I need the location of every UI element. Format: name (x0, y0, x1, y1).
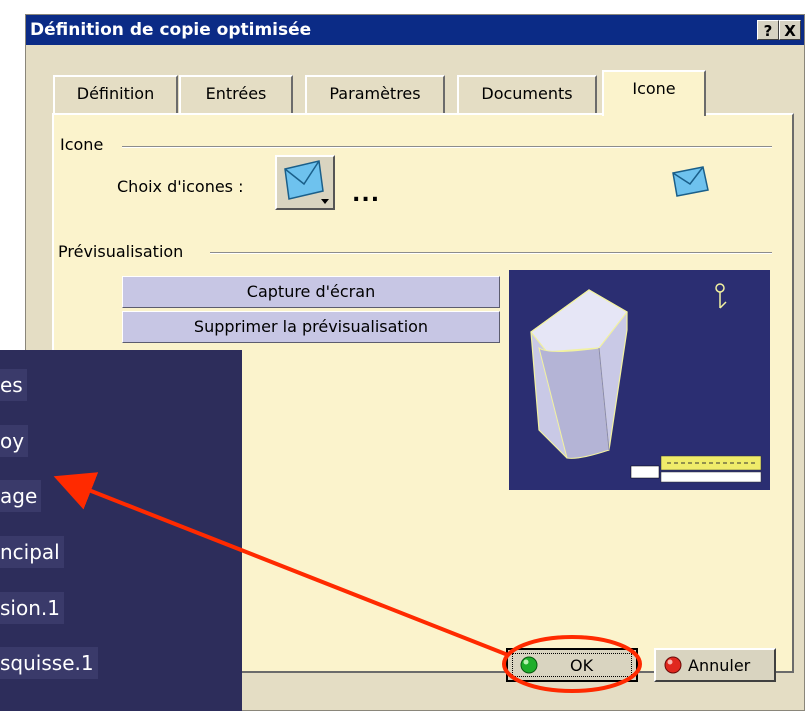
ok-label: OK (570, 656, 594, 675)
ok-button[interactable]: OK (506, 648, 638, 682)
icone-group-divider (122, 146, 772, 148)
tree-item[interactable]: sion.1 (0, 592, 64, 624)
icon-choice-label: Choix d'icones : (117, 177, 244, 196)
tab-entrees[interactable]: Entrées (179, 75, 293, 113)
close-button[interactable]: X (779, 20, 801, 40)
spec-tree-panel: es oy age ncipal sion.1 squisse.1 (0, 350, 242, 711)
delete-preview-button[interactable]: Supprimer la prévisualisation (122, 311, 500, 343)
preview-image (509, 270, 770, 490)
green-light-icon (520, 656, 538, 674)
part-preview-render (530, 283, 762, 483)
tree-item[interactable]: age (0, 480, 42, 512)
tab-icone[interactable]: Icone (602, 70, 706, 116)
title-bar: Définition de copie optimisée (26, 15, 804, 45)
red-light-icon (664, 656, 682, 674)
more-icons-button[interactable]: ... (352, 182, 380, 207)
help-button[interactable]: ? (757, 20, 779, 40)
icone-group-title: Icone (60, 135, 110, 154)
envelope-icon (672, 166, 709, 197)
preview-group-divider (210, 252, 772, 254)
icon-choice-button[interactable] (275, 155, 335, 210)
tree-item[interactable]: es (0, 369, 27, 401)
dialog-title: Définition de copie optimisée (30, 20, 312, 40)
tab-parametres[interactable]: Paramètres (305, 75, 445, 113)
tab-definition[interactable]: Définition (53, 75, 178, 113)
envelope-icon (284, 160, 329, 204)
cancel-label: Annuler (688, 656, 751, 675)
tree-item[interactable]: squisse.1 (0, 647, 98, 679)
screen-capture-button[interactable]: Capture d'écran (122, 276, 500, 308)
cancel-button[interactable]: Annuler (654, 648, 776, 682)
tree-item[interactable]: ncipal (0, 536, 64, 568)
preview-group-title: Prévisualisation (58, 242, 190, 261)
tab-documents[interactable]: Documents (457, 75, 597, 113)
tree-item[interactable]: oy (0, 425, 29, 457)
